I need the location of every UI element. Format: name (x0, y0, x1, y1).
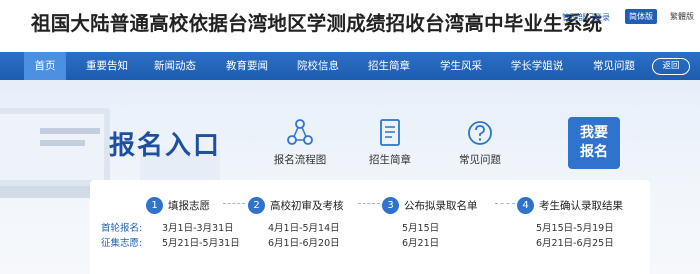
nav-alumni-talk[interactable]: 学长学姐说 (502, 52, 572, 80)
quick-link-admission-guide[interactable]: 招生简章 (350, 118, 430, 167)
registration-banner: 报名入口 报名流程图 招生简章 常见问题 我要 报名 1 填报志愿 2 高校初审… (0, 80, 700, 274)
quick-link-label: 常见问题 (459, 154, 501, 166)
step-connector (358, 203, 380, 204)
quick-link-faq[interactable]: 常见问题 (440, 118, 520, 167)
quick-link-label: 报名流程图 (273, 154, 327, 166)
nav-college-info[interactable]: 院校信息 (289, 52, 347, 80)
main-nav: 首页 重要告知 新闻动态 教育要闻 院校信息 招生简章 学生风采 学长学姐说 常… (0, 52, 700, 80)
step-number: 3 (382, 197, 399, 214)
date-cell: 6月21日-6月25日 (536, 238, 614, 249)
date-cell: 3月1日-3月31日 (162, 223, 234, 234)
step-label: 公布拟录取名单 (404, 200, 478, 212)
step-number: 2 (248, 197, 265, 214)
nav-important-notice[interactable]: 重要告知 (78, 52, 136, 80)
timeline-step-2: 2 高校初审及考核 (248, 195, 344, 214)
quick-link-flow-chart[interactable]: 报名流程图 (260, 118, 340, 167)
timeline-step-3: 3 公布拟录取名单 (382, 195, 478, 214)
traditional-chinese-button[interactable]: 繁體版 (665, 9, 699, 24)
document-icon (380, 119, 400, 146)
header: 祖国大陆普通高校依据台湾地区学测成绩招收台湾高中毕业生系统 管理部门登录 简体版… (0, 0, 700, 52)
step-label: 填报志愿 (168, 200, 210, 212)
nav-home[interactable]: 首页 (24, 52, 66, 80)
nav-faq[interactable]: 常见问题 (585, 52, 643, 80)
date-cell: 6月21日 (402, 238, 440, 249)
question-icon (468, 121, 492, 145)
supplementary-round-label: 征集志愿: (101, 238, 143, 249)
nav-education-news[interactable]: 教育要闻 (218, 52, 276, 80)
apply-button-line2: 报名 (580, 144, 608, 160)
step-number: 1 (146, 197, 163, 214)
step-label: 考生确认录取结果 (539, 200, 623, 212)
nav-student-style[interactable]: 学生风采 (432, 52, 490, 80)
nav-news[interactable]: 新闻动态 (146, 52, 204, 80)
step-number: 4 (517, 197, 534, 214)
step-connector (223, 203, 245, 204)
flow-chart-icon (287, 119, 313, 145)
apply-now-button[interactable]: 我要 报名 (568, 117, 620, 169)
date-cell: 6月1日-6月20日 (268, 238, 340, 249)
date-cell: 5月15日 (402, 223, 440, 234)
quick-link-label: 招生简章 (369, 154, 411, 166)
timeline-step-1: 1 填报志愿 (146, 195, 210, 214)
site-title: 祖国大陆普通高校依据台湾地区学测成绩招收台湾高中毕业生系统 (31, 12, 603, 35)
date-cell: 5月15日-5月19日 (536, 223, 614, 234)
step-connector (495, 203, 515, 204)
step-label: 高校初审及考核 (270, 200, 344, 212)
simplified-chinese-button[interactable]: 简体版 (625, 9, 657, 24)
registration-title: 报名入口 (109, 131, 222, 161)
admin-login-link[interactable]: 管理部门登录 (562, 12, 610, 23)
nav-admission-guide[interactable]: 招生简章 (360, 52, 418, 80)
apply-button-line1: 我要 (580, 125, 608, 141)
date-cell: 4月1日-5月14日 (268, 223, 340, 234)
date-cell: 5月21日-5月31日 (162, 238, 240, 249)
back-button[interactable]: 返回 (652, 58, 690, 75)
timeline-card: 1 填报志愿 2 高校初审及考核 3 公布拟录取名单 4 考生确认录取结果 首轮报名: … (90, 180, 650, 274)
timeline-step-4: 4 考生确认录取结果 (517, 195, 623, 214)
first-round-label: 首轮报名: (101, 223, 143, 234)
